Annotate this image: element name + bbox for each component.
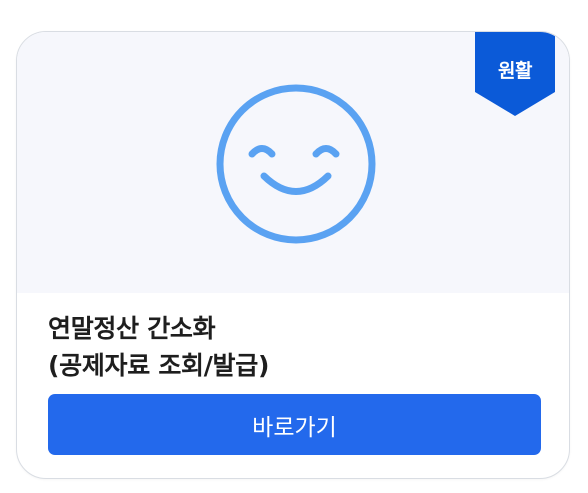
card-title-line-2: (공제자료 조회/발급) — [48, 351, 270, 380]
go-button[interactable]: 바로가기 — [48, 394, 541, 455]
card-title: 연말정산 간소화 (공제자료 조회/발급) — [48, 310, 528, 384]
smiley-face-icon — [216, 84, 376, 244]
card-illustration-area: 원활 — [17, 32, 569, 293]
card-title-line-1: 연말정산 간소화 — [48, 314, 216, 343]
status-badge: 원활 — [475, 32, 555, 116]
service-card: 원활 연말정산 간소화 (공제자료 조회/발급) 바로가기 — [16, 31, 570, 479]
status-badge-label: 원활 — [498, 60, 532, 82]
